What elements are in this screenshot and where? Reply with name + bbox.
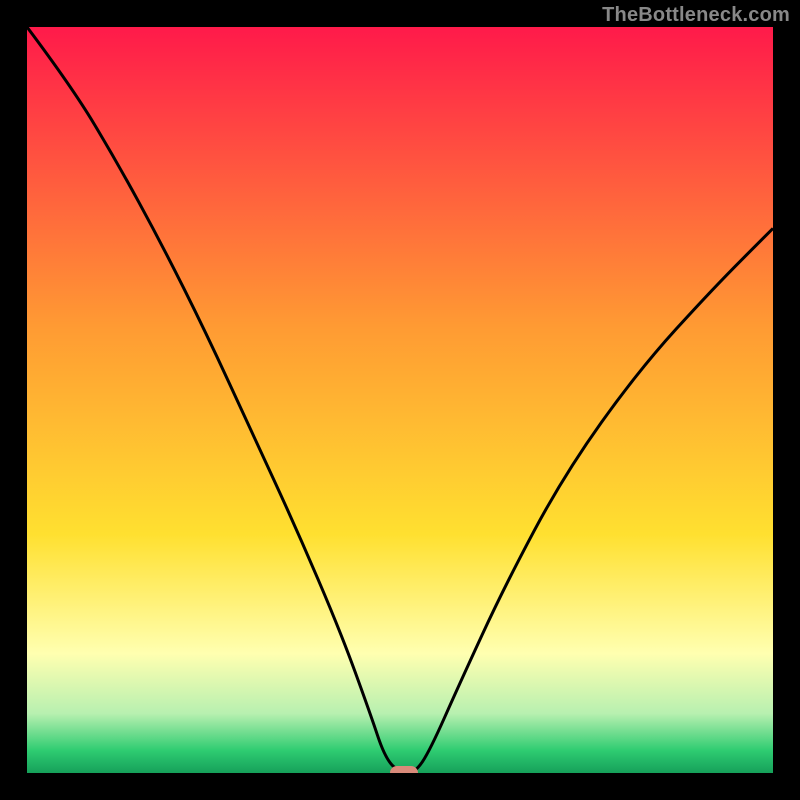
- plot-area: [27, 27, 773, 773]
- chart-container: TheBottleneck.com: [0, 0, 800, 800]
- watermark-text: TheBottleneck.com: [602, 4, 790, 27]
- bottleneck-curve: [27, 27, 773, 773]
- optimal-marker: [390, 766, 418, 773]
